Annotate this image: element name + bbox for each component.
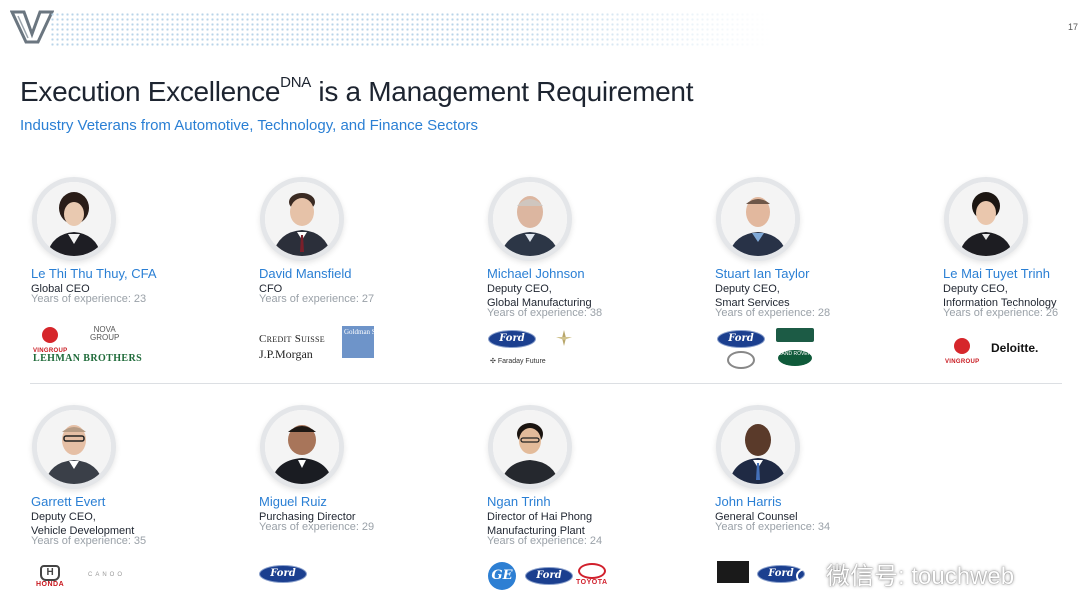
deloitte-logo: Deloitte. — [991, 341, 1039, 355]
top-banner: 17 — [0, 0, 1080, 58]
person-role: Deputy CEO, Smart Services — [715, 283, 790, 309]
avatar — [721, 182, 795, 256]
person-name: Ngan Trinh — [487, 494, 551, 509]
canoo-logo: CANOO — [88, 572, 126, 578]
vinfast-logo-icon — [10, 10, 54, 44]
page-subtitle: Industry Veterans from Automotive, Techn… — [20, 117, 479, 134]
person-role: Director of Hai Phong Manufacturing Plant — [487, 511, 593, 537]
avatar — [265, 182, 339, 256]
avatar — [721, 410, 795, 484]
faraday-icon: ✣ — [490, 358, 498, 365]
person-years: Years of experience: 27 — [259, 293, 375, 305]
person-years: Years of experience: 23 — [31, 293, 147, 305]
person-name: Le Thi Thu Thuy, CFA — [31, 266, 157, 281]
person-years: Years of experience: 38 — [487, 307, 603, 319]
row-divider — [30, 383, 1062, 384]
honda-logo: H HONDA — [36, 565, 65, 588]
person-years: Years of experience: 35 — [31, 535, 147, 547]
ge-logo: GE — [488, 562, 516, 590]
avatar — [37, 182, 111, 256]
vingroup-icon — [954, 338, 971, 354]
credit-suisse-logo: Credit Suisse — [259, 333, 325, 345]
wechat-watermark: 微信号: touchweb — [796, 556, 1014, 591]
faraday-future-logo: ✣ Faraday Future — [490, 358, 546, 365]
person-role: Deputy CEO, Vehicle Development — [31, 511, 135, 537]
avatar — [493, 182, 567, 256]
aston-martin-logo — [776, 328, 814, 342]
avatar — [37, 410, 111, 484]
person-name: Michael Johnson — [487, 266, 585, 281]
ford-logo: Ford — [259, 565, 307, 583]
black-emblem-logo — [717, 561, 749, 583]
person-name: Miguel Ruiz — [259, 494, 327, 509]
vingroup-logo: VINGROUP — [33, 327, 67, 354]
person-role: Deputy CEO, Global Manufacturing — [487, 283, 592, 309]
honda-h-icon: H — [40, 565, 61, 581]
person-years: Years of experience: 26 — [943, 307, 1059, 319]
toyota-logo: TOYOTA — [576, 563, 608, 586]
person-years: Years of experience: 34 — [715, 521, 831, 533]
toyota-emblem-icon — [727, 351, 755, 369]
person-role: Deputy CEO, Information Technology — [943, 283, 1057, 309]
goldman-sachs-logo: Goldman Sachs — [342, 326, 388, 358]
novagroup-logo: NOVA GROUP — [90, 325, 120, 342]
person-name: John Harris — [715, 494, 782, 509]
avatar — [493, 410, 567, 484]
vingroup-icon — [42, 327, 59, 343]
ford-logo: Ford — [717, 330, 765, 348]
vingroup-logo: VINGROUP — [945, 338, 979, 365]
avatar — [265, 410, 339, 484]
dot-pattern-band — [50, 12, 770, 46]
page-number: 17 — [1067, 22, 1078, 32]
ford-logo: Ford — [488, 330, 536, 348]
person-name: David Mansfield — [259, 266, 352, 281]
land-rover-logo: LAND ROVER — [778, 350, 812, 366]
person-name: Garrett Evert — [31, 494, 106, 509]
avatar — [949, 182, 1023, 256]
person-years: Years of experience: 29 — [259, 521, 375, 533]
wechat-icon — [796, 567, 821, 588]
person-name: Le Mai Tuyet Trinh — [943, 266, 1050, 281]
person-years: Years of experience: 24 — [487, 535, 603, 547]
person-name: Stuart Ian Taylor — [715, 266, 810, 281]
jpmorgan-logo: J.P.Morgan — [259, 347, 313, 361]
aston-martin-wing-icon — [554, 328, 574, 353]
lehman-brothers-logo: LEHMAN BROTHERS — [33, 353, 143, 364]
page-title: Execution ExcellenceDNA is a Management … — [20, 74, 694, 107]
toyota-emblem-icon — [577, 563, 606, 579]
person-years: Years of experience: 28 — [715, 307, 831, 319]
ford-logo: Ford — [525, 567, 573, 585]
